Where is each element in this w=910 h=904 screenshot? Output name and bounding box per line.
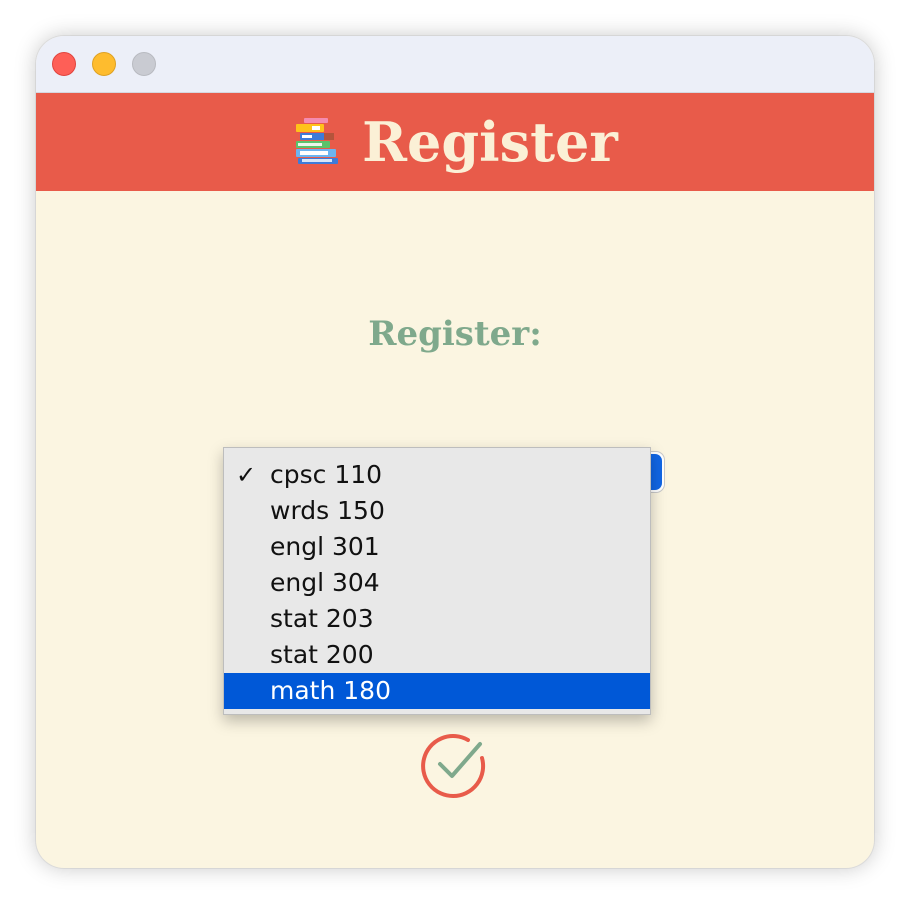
dropdown-option[interactable]: ✓ cpsc 110 [224, 457, 650, 493]
option-label: cpsc 110 [270, 460, 383, 489]
dropdown-option[interactable]: wrds 150 [224, 493, 650, 529]
app-window: Register Register: ✓ cpsc 110 wrds 150 e… [36, 36, 874, 868]
app-header: Register [36, 93, 874, 191]
option-label: stat 203 [270, 604, 374, 633]
course-dropdown-menu: ✓ cpsc 110 wrds 150 engl 301 engl 304 st… [223, 447, 651, 715]
checkmark-icon: ✓ [236, 461, 257, 489]
title-bar [36, 36, 874, 93]
dropdown-option[interactable]: engl 301 [224, 529, 650, 565]
close-window-button[interactable] [52, 52, 76, 76]
option-label: stat 200 [270, 640, 374, 669]
check-circle-icon[interactable] [420, 730, 492, 802]
zoom-window-button[interactable] [132, 52, 156, 76]
books-icon [296, 118, 339, 164]
dropdown-option[interactable]: stat 203 [224, 601, 650, 637]
dropdown-option-highlighted[interactable]: math 180 [224, 673, 650, 709]
header-title: Register [362, 110, 618, 174]
option-label: engl 304 [270, 568, 380, 597]
option-label: wrds 150 [270, 496, 385, 525]
minimize-window-button[interactable] [92, 52, 116, 76]
dropdown-option[interactable]: engl 304 [224, 565, 650, 601]
form-subtitle: Register: [368, 314, 542, 354]
dropdown-option[interactable]: stat 200 [224, 637, 650, 673]
option-label: engl 301 [270, 532, 380, 561]
option-label: math 180 [270, 676, 391, 705]
